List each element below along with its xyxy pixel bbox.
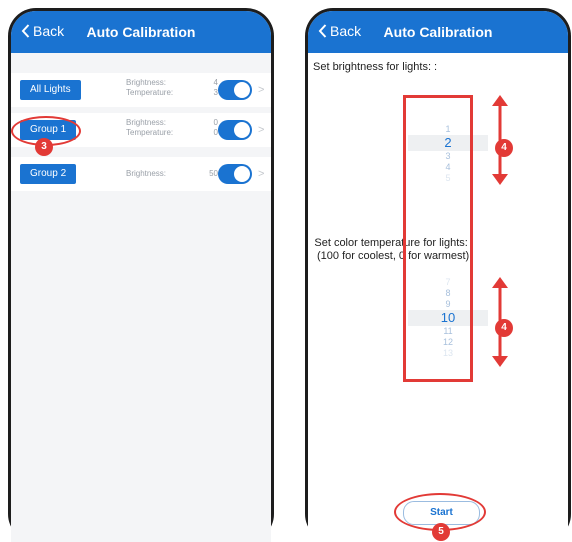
temperature-label: Temperature: bbox=[126, 88, 174, 97]
group-stats: Brightness: 0 Temperature: 0 bbox=[126, 118, 218, 138]
group-toggle[interactable] bbox=[218, 120, 252, 140]
right-phone: Back Auto Calibration Set brightness for… bbox=[305, 8, 571, 542]
toggle-knob bbox=[234, 122, 250, 138]
group-list-screen: Back Auto Calibration All Lights Brightn… bbox=[11, 11, 271, 542]
group-button-group-2[interactable]: Group 2 bbox=[20, 164, 77, 184]
group-stats: Brightness: 50 bbox=[126, 169, 218, 179]
brightness-label: Brightness: bbox=[126, 118, 167, 127]
callout-badge-5: 5 bbox=[432, 523, 450, 541]
nav-bar: Back Auto Calibration bbox=[11, 11, 271, 53]
temperature-label: Temperature: bbox=[126, 128, 174, 137]
group-stats: Brightness: 4 Temperature: 3 bbox=[126, 78, 218, 98]
left-phone: Back Auto Calibration All Lights Brightn… bbox=[8, 8, 274, 542]
list-item: Group 2 Brightness: 50 > bbox=[11, 157, 271, 191]
brightness-label: Brightness: bbox=[126, 169, 167, 178]
page-title: Auto Calibration bbox=[86, 24, 196, 40]
callout-badge-3: 3 bbox=[35, 138, 53, 156]
callout-badge-4: 4 bbox=[495, 319, 513, 337]
toggle-knob bbox=[234, 82, 250, 98]
callout-badge-4: 4 bbox=[495, 139, 513, 157]
chevron-right-icon[interactable]: > bbox=[258, 124, 264, 136]
group-button-all-lights[interactable]: All Lights bbox=[20, 80, 81, 100]
group-toggle[interactable] bbox=[218, 80, 252, 100]
page-title: Auto Calibration bbox=[383, 24, 493, 40]
brightness-value: 50 bbox=[209, 169, 218, 178]
chevron-right-icon[interactable]: > bbox=[258, 84, 264, 96]
nav-bar: Back Auto Calibration bbox=[308, 11, 568, 53]
chevron-right-icon[interactable]: > bbox=[258, 168, 264, 180]
brightness-prompt: Set brightness for lights: : bbox=[313, 61, 438, 73]
toggle-knob bbox=[234, 166, 250, 182]
brightness-label: Brightness: bbox=[126, 78, 167, 87]
calibration-screen: Back Auto Calibration Set brightness for… bbox=[308, 11, 568, 542]
group-toggle[interactable] bbox=[218, 164, 252, 184]
list-item: All Lights Brightness: 4 Temperature: 3 > bbox=[11, 73, 271, 107]
picker-highlight-box bbox=[403, 95, 473, 382]
